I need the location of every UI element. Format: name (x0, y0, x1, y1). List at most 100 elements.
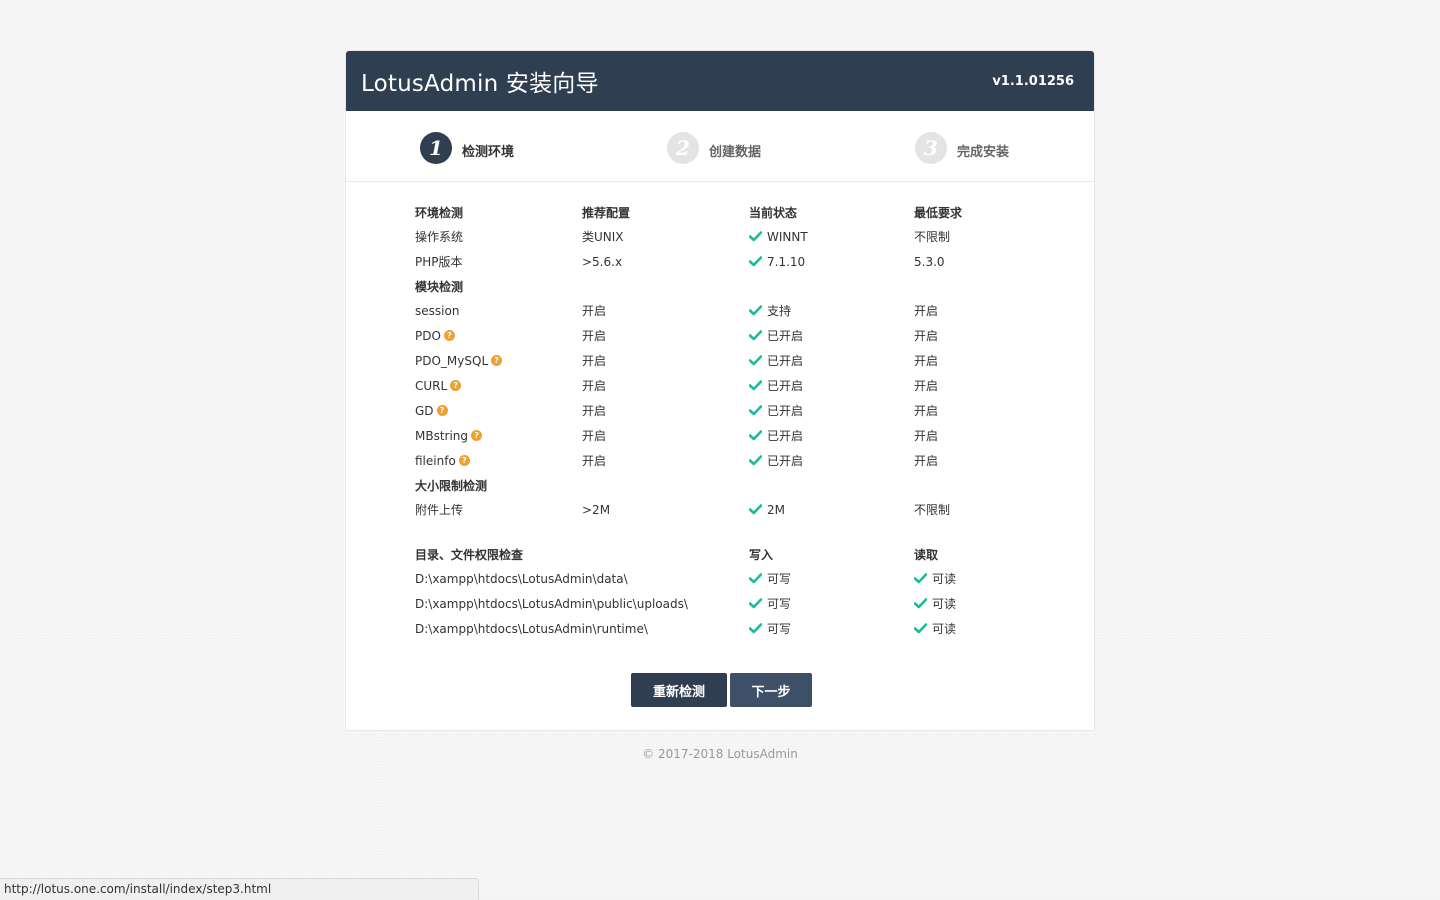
check-icon (914, 623, 927, 634)
minimum-value: 不限制 (914, 503, 951, 517)
minimum-value: 5.3.0 (914, 254, 945, 269)
table-row: PHP版本 >5.6.x 7.1.10 5.3.0 (415, 249, 1035, 274)
column-header: 目录、文件权限检查 (415, 547, 524, 562)
item-name: CURL? (415, 373, 462, 398)
check-icon (749, 355, 762, 366)
current-status: 已开启 (749, 373, 803, 398)
browser-status-bar: http://lotus.one.com/install/index/step3… (0, 878, 479, 900)
write-status: 可写 (749, 616, 791, 641)
table-row: CURL? 开启 已开启 开启 (415, 373, 1035, 398)
status-text: 可写 (767, 622, 792, 636)
check-icon (749, 405, 762, 416)
size-section-title: 大小限制检测 (415, 473, 1035, 497)
question-circle-icon[interactable]: ? (491, 355, 503, 366)
current-status: 已开启 (749, 323, 803, 348)
check-icon (749, 231, 762, 242)
step-3: 3 完成安装 (915, 132, 1009, 164)
item-name: 操作系统 (415, 230, 464, 244)
table-row: session 开启 支持 开启 (415, 298, 1035, 323)
table-row: GD? 开启 已开启 开启 (415, 398, 1035, 423)
minimum-value: 开启 (914, 304, 939, 318)
recommended-value: >2M (582, 502, 611, 517)
question-circle-icon[interactable]: ? (436, 405, 448, 416)
current-status: 已开启 (749, 398, 803, 423)
status-text: WINNT (767, 229, 808, 244)
item-name: MBstring? (415, 423, 483, 448)
write-status: 可写 (749, 566, 791, 591)
recommended-value: 开启 (582, 379, 607, 393)
step-2: 2 创建数据 (667, 132, 761, 164)
question-circle-icon[interactable]: ? (458, 455, 470, 466)
column-header: 读取 (914, 547, 939, 562)
current-status: 已开启 (749, 348, 803, 373)
write-status: 可写 (749, 591, 791, 616)
dir-path: D:\xampp\htdocs\LotusAdmin\public\upload… (415, 596, 688, 611)
check-icon (749, 430, 762, 441)
item-name: session (415, 303, 460, 318)
check-icon (749, 573, 762, 584)
table-row: PDO? 开启 已开启 开启 (415, 323, 1035, 348)
recommended-value: 开启 (582, 404, 607, 418)
status-text: 已开启 (767, 354, 804, 368)
column-header: 推荐配置 (582, 205, 631, 220)
check-icon (749, 623, 762, 634)
next-step-button[interactable]: 下一步 (730, 673, 812, 707)
read-status: 可读 (914, 566, 956, 591)
dir-row: D:\xampp\htdocs\LotusAdmin\runtime\ 可写 可读 (415, 616, 1035, 641)
table-row: PDO_MySQL? 开启 已开启 开启 (415, 348, 1035, 373)
step-label: 创建数据 (709, 144, 762, 160)
column-header: 最低要求 (914, 205, 963, 220)
check-icon (914, 573, 927, 584)
current-status: 2M (749, 497, 785, 522)
question-circle-icon[interactable]: ? (450, 380, 462, 391)
item-name: PDO? (415, 323, 455, 348)
read-status: 可读 (914, 616, 956, 641)
item-name: fileinfo? (415, 448, 470, 473)
current-status: 已开启 (749, 423, 803, 448)
check-icon (749, 504, 762, 515)
install-wizard-panel: LotusAdmin 安装向导 v1.1.01256 1 检测环境 2 创建数据… (345, 50, 1095, 731)
status-text: 可写 (767, 597, 792, 611)
question-circle-icon[interactable]: ? (471, 430, 483, 441)
status-text: 已开启 (767, 429, 804, 443)
table-row: fileinfo? 开启 已开启 开启 (415, 448, 1035, 473)
current-status: 7.1.10 (749, 249, 805, 274)
step-1: 1 检测环境 (420, 132, 514, 164)
status-text: 已开启 (767, 379, 804, 393)
recheck-button[interactable]: 重新检测 (631, 673, 727, 707)
column-header: 写入 (749, 547, 774, 562)
step-number-badge: 2 (667, 132, 699, 164)
dir-path: D:\xampp\htdocs\LotusAdmin\data\ (415, 571, 628, 586)
current-status: 已开启 (749, 448, 803, 473)
recommended-value: 开启 (582, 454, 607, 468)
wizard-header: LotusAdmin 安装向导 v1.1.01256 (346, 51, 1094, 111)
minimum-value: 不限制 (914, 230, 951, 244)
dir-row: D:\xampp\htdocs\LotusAdmin\data\ 可写 可读 (415, 566, 1035, 591)
read-status: 可读 (914, 591, 956, 616)
minimum-value: 开启 (914, 379, 939, 393)
dir-path: D:\xampp\htdocs\LotusAdmin\runtime\ (415, 621, 648, 636)
status-text: 2M (767, 502, 785, 517)
recommended-value: 开启 (582, 304, 607, 318)
status-text: 支持 (767, 304, 792, 318)
status-text: 可读 (932, 572, 957, 586)
section-title: 模块检测 (415, 279, 464, 294)
recommended-value: 开启 (582, 329, 607, 343)
action-buttons: 重新检测 下一步 (631, 673, 812, 707)
column-header: 环境检测 (415, 205, 464, 220)
column-header: 当前状态 (749, 205, 798, 220)
question-circle-icon[interactable]: ? (443, 330, 455, 341)
recommended-value: 开启 (582, 429, 607, 443)
status-text: 已开启 (767, 329, 804, 343)
check-table: 环境检测 推荐配置 当前状态 最低要求 操作系统 类UNIX WINNT 不限制 PHP… (415, 200, 1035, 641)
modules-section-title: 模块检测 (415, 274, 1035, 298)
dir-header-row: 目录、文件权限检查 写入 读取 (415, 542, 1035, 566)
minimum-value: 开启 (914, 329, 939, 343)
wizard-title: LotusAdmin 安装向导 (361, 71, 599, 97)
section-title: 大小限制检测 (415, 478, 488, 493)
minimum-value: 开启 (914, 454, 939, 468)
minimum-value: 开启 (914, 429, 939, 443)
table-row: MBstring? 开启 已开启 开启 (415, 423, 1035, 448)
step-number-badge: 1 (420, 132, 452, 164)
check-icon (749, 305, 762, 316)
